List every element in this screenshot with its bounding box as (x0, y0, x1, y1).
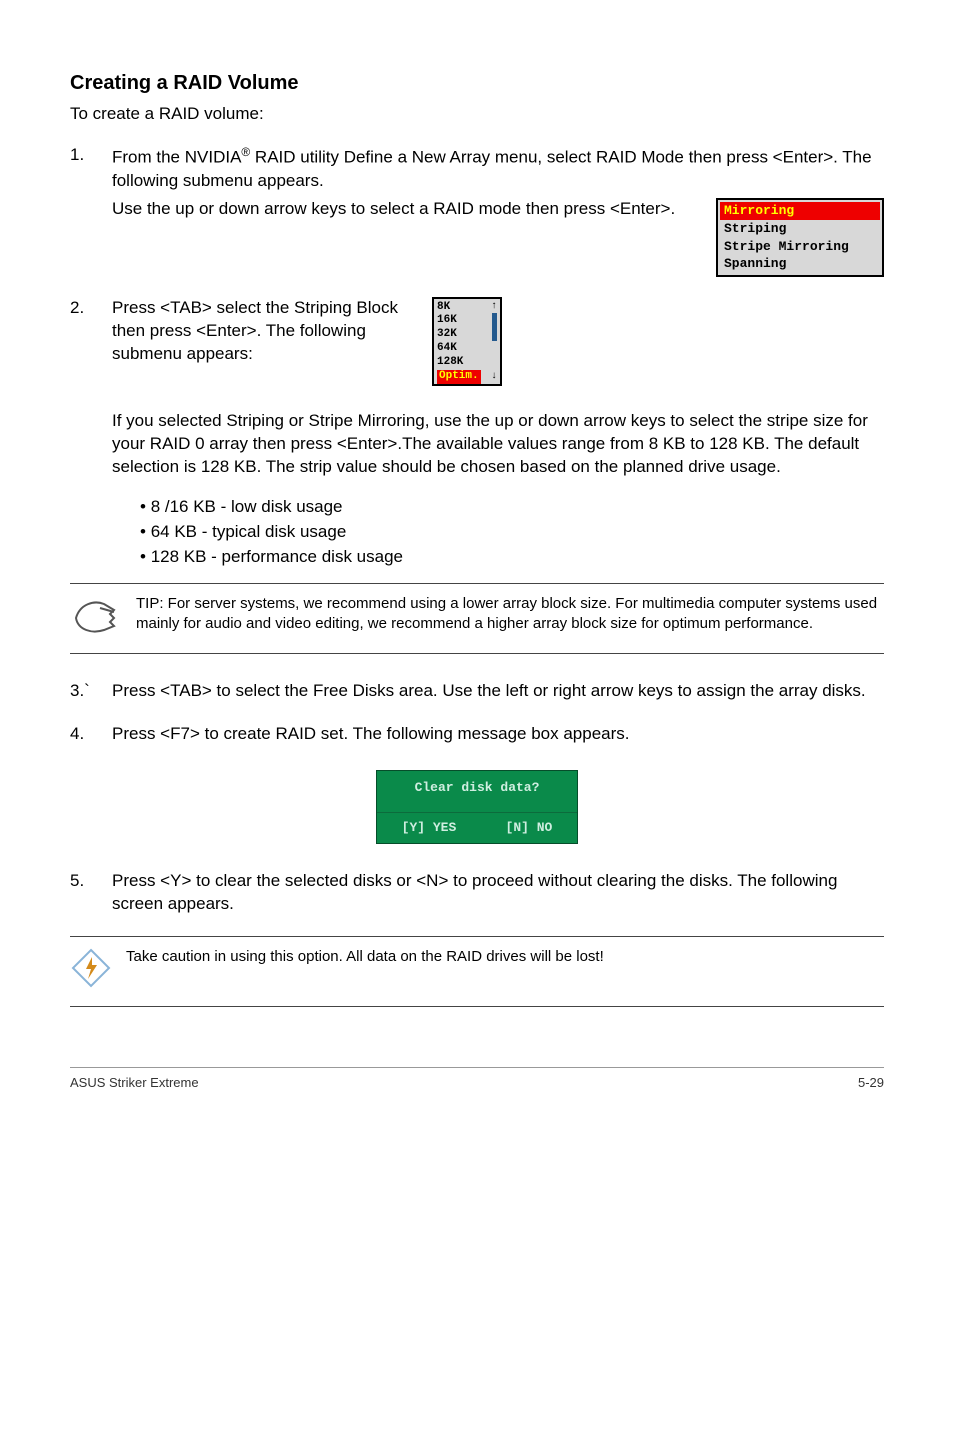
raid-mode-selected: Mirroring (720, 202, 880, 220)
step-3-text: Press <TAB> to select the Free Disks are… (112, 680, 884, 703)
tip-text: TIP: For server systems, we recommend us… (136, 594, 884, 635)
tip-note: TIP: For server systems, we recommend us… (70, 583, 884, 654)
bullet-item: 64 KB - typical disk usage (140, 521, 884, 544)
step-5-text: Press <Y> to clear the selected disks or… (112, 870, 884, 916)
step-2: 2. Press <TAB> select the Striping Block… (70, 297, 884, 387)
step-2-continuation: If you selected Striping or Stripe Mirro… (112, 410, 884, 569)
dialog-yes-option: [Y] YES (402, 819, 457, 837)
step-1-text-2: Use the up or down arrow keys to select … (112, 198, 696, 221)
step-1-text-1: From the NVIDIA® RAID utility Define a N… (112, 144, 884, 193)
step-number: 2. (70, 297, 112, 387)
step-2-text-2: If you selected Striping or Stripe Mirro… (112, 410, 884, 479)
hand-pointing-icon (70, 594, 122, 643)
step-number: 1. (70, 144, 112, 277)
stripe-option: 32K (437, 328, 457, 340)
footer-right: 5-29 (858, 1074, 884, 1092)
registered-mark: ® (241, 145, 250, 159)
footer-left: ASUS Striker Extreme (70, 1074, 199, 1092)
raid-mode-option: Striping (720, 220, 880, 238)
raid-mode-option: Stripe Mirroring (720, 238, 880, 256)
lightning-warning-icon (70, 947, 112, 996)
dialog-no-option: [N] NO (506, 819, 553, 837)
step-number: 4. (70, 723, 112, 752)
step-5: 5. Press <Y> to clear the selected disks… (70, 870, 884, 922)
scrollbar-icon (492, 313, 497, 341)
dialog-title: Clear disk data? (377, 771, 577, 814)
text-fragment: From the NVIDIA (112, 148, 241, 167)
step-number: 5. (70, 870, 112, 922)
step-number: 3.` (70, 680, 112, 709)
caution-text: Take caution in using this option. All d… (126, 947, 604, 967)
step-4: 4. Press <F7> to create RAID set. The fo… (70, 723, 884, 752)
intro-text: To create a RAID volume: (70, 103, 884, 126)
clear-disk-dialog: Clear disk data? [Y] YES [N] NO (376, 770, 578, 844)
stripe-option: 64K (437, 342, 457, 354)
bullet-item: 8 /16 KB - low disk usage (140, 496, 884, 519)
page-footer: ASUS Striker Extreme 5-29 (70, 1067, 884, 1092)
bullet-item: 128 KB - performance disk usage (140, 546, 884, 569)
raid-mode-option: Spanning (720, 255, 880, 273)
arrow-down-icon: ↓ (491, 371, 497, 384)
step-1: 1. From the NVIDIA® RAID utility Define … (70, 144, 884, 277)
step-3: 3.` Press <TAB> to select the Free Disks… (70, 680, 884, 709)
section-heading: Creating a RAID Volume (70, 70, 884, 97)
stripe-selected: Optim. (437, 370, 481, 384)
step-2-text-1: Press <TAB> select the Striping Block th… (112, 297, 412, 366)
raid-mode-submenu: Mirroring Striping Stripe Mirroring Span… (716, 198, 884, 276)
stripe-option: 8K (437, 301, 450, 315)
stripe-option: 16K (437, 314, 457, 326)
stripe-option: 128K (437, 356, 463, 368)
caution-note: Take caution in using this option. All d… (70, 936, 884, 1007)
step-4-text: Press <F7> to create RAID set. The follo… (112, 723, 884, 746)
stripe-size-submenu: 8K↑ 16K 32K 64K 128K Optim.↓ (432, 297, 502, 387)
